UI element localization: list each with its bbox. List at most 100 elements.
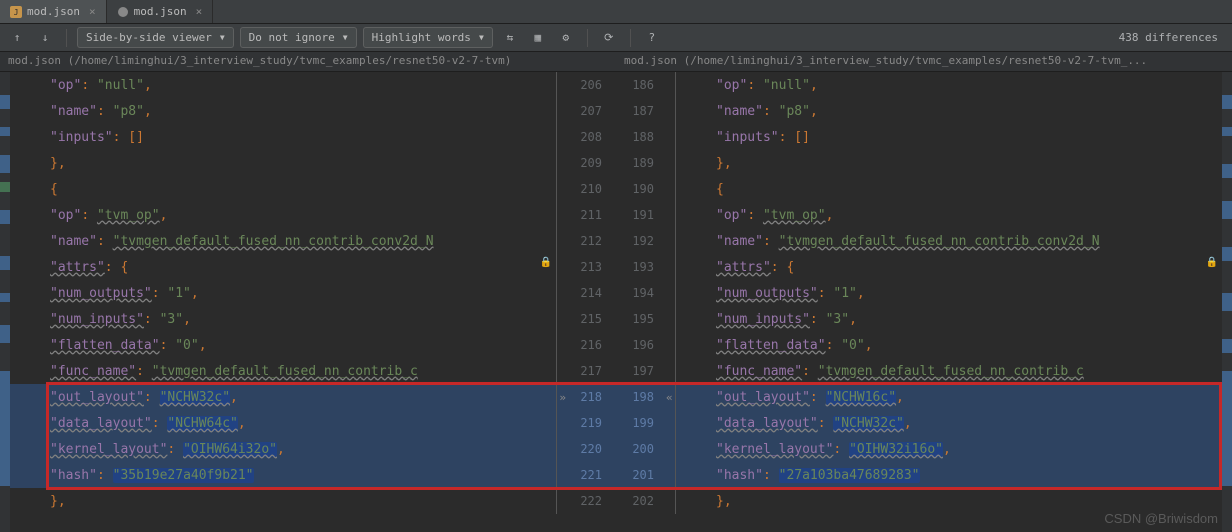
- code-line[interactable]: },: [676, 150, 1222, 176]
- code-line[interactable]: "inputs": []: [676, 124, 1222, 150]
- code-line[interactable]: "num_outputs": "1",: [10, 280, 556, 306]
- refresh-icon[interactable]: ⟳: [598, 27, 620, 49]
- line-number: 211: [570, 202, 610, 228]
- code-line[interactable]: "data_layout": "NCHW32c",: [676, 410, 1222, 436]
- code-line[interactable]: "kernel_layout": "OIHW64i32o",: [10, 436, 556, 462]
- code-line[interactable]: "flatten_data": "0",: [676, 332, 1222, 358]
- line-number: 201: [622, 462, 662, 488]
- code-line[interactable]: "out_layout": "NCHW32c",: [10, 384, 556, 410]
- ignore-dropdown[interactable]: Do not ignore ▼: [240, 27, 357, 48]
- code-line[interactable]: "op": "tvm_op",: [10, 202, 556, 228]
- prev-diff-icon[interactable]: ↑: [6, 27, 28, 49]
- code-line[interactable]: "data_layout": "NCHW64c",: [10, 410, 556, 436]
- close-icon[interactable]: ×: [89, 5, 96, 18]
- line-number: 187: [622, 98, 662, 124]
- code-line[interactable]: "inputs": []: [10, 124, 556, 150]
- line-number: 209: [570, 150, 610, 176]
- jump-left-icon[interactable]: «: [662, 391, 677, 404]
- line-number: 192: [622, 228, 662, 254]
- code-line[interactable]: "op": "null",: [10, 72, 556, 98]
- code-line[interactable]: {: [676, 176, 1222, 202]
- separator: [630, 29, 631, 47]
- line-number: 194: [622, 280, 662, 306]
- line-number: 197: [622, 358, 662, 384]
- line-number: 208: [570, 124, 610, 150]
- code-line[interactable]: "out_layout": "NCHW16c",: [676, 384, 1222, 410]
- code-line[interactable]: "hash": "27a103ba47689283": [676, 462, 1222, 488]
- lock-icon: 🔒: [540, 257, 552, 268]
- close-icon[interactable]: ×: [196, 5, 203, 18]
- line-number: 222: [570, 488, 610, 514]
- separator: [66, 29, 67, 47]
- code-line[interactable]: "num_outputs": "1",: [676, 280, 1222, 306]
- viewer-mode-dropdown[interactable]: Side-by-side viewer ▼: [77, 27, 234, 48]
- tab-label: mod.json: [27, 5, 80, 18]
- tab-mod-json-1[interactable]: J mod.json ×: [0, 0, 107, 23]
- line-number: 206: [570, 72, 610, 98]
- diff-body: "op": "null", 206 186 "op": "null", "name"…: [0, 72, 1232, 532]
- jump-right-icon[interactable]: »: [555, 391, 570, 404]
- lock-icon: 🔒: [1206, 257, 1218, 268]
- line-number: 193: [622, 254, 662, 280]
- line-number: 214: [570, 280, 610, 306]
- code-line[interactable]: },: [676, 488, 1222, 514]
- line-number: 202: [622, 488, 662, 514]
- chevron-down-icon: ▼: [343, 33, 348, 42]
- line-number: 221: [570, 462, 610, 488]
- code-line[interactable]: "num_inputs": "3",: [10, 306, 556, 332]
- code-line[interactable]: "hash": "35b19e27a40f9b21": [10, 462, 556, 488]
- code-line[interactable]: "name": "p8",: [676, 98, 1222, 124]
- dropdown-label: Do not ignore: [249, 31, 335, 44]
- line-number: 200: [622, 436, 662, 462]
- line-number: 199: [622, 410, 662, 436]
- separator: [587, 29, 588, 47]
- code-line[interactable]: "name": "tvmgen_default_fused_nn_contrib…: [10, 228, 556, 254]
- highlight-dropdown[interactable]: Highlight words ▼: [363, 27, 493, 48]
- help-icon[interactable]: ?: [641, 27, 663, 49]
- right-file-path: mod.json (/home/liminghui/3_interview_st…: [616, 52, 1232, 71]
- code-line[interactable]: {: [10, 176, 556, 202]
- right-change-stripe[interactable]: [1222, 72, 1232, 532]
- tab-mod-json-2[interactable]: mod.json ×: [107, 0, 214, 23]
- collapse-icon[interactable]: ⇆: [499, 27, 521, 49]
- line-number: 215: [570, 306, 610, 332]
- code-line[interactable]: "attrs": {: [10, 254, 556, 280]
- line-number: 195: [622, 306, 662, 332]
- line-number: 218: [570, 384, 610, 410]
- line-number: 186: [622, 72, 662, 98]
- file-paths: mod.json (/home/liminghui/3_interview_st…: [0, 52, 1232, 72]
- line-number: 213: [570, 254, 610, 280]
- code-line[interactable]: "func_name": "tvmgen_default_fused_nn_co…: [10, 358, 556, 384]
- diff-toolbar: ↑ ↓ Side-by-side viewer ▼ Do not ignore …: [0, 24, 1232, 52]
- line-number: 217: [570, 358, 610, 384]
- code-line[interactable]: "num_inputs": "3",: [676, 306, 1222, 332]
- code-line[interactable]: "flatten_data": "0",: [10, 332, 556, 358]
- code-line[interactable]: "name": "tvmgen_default_fused_nn_contrib…: [676, 228, 1222, 254]
- editor-tabs: J mod.json × mod.json ×: [0, 0, 1232, 24]
- code-line[interactable]: },: [10, 488, 556, 514]
- line-number: 212: [570, 228, 610, 254]
- code-line[interactable]: "attrs": {: [676, 254, 1222, 280]
- line-number: 216: [570, 332, 610, 358]
- code-line[interactable]: "name": "p8",: [10, 98, 556, 124]
- line-number: 191: [622, 202, 662, 228]
- gear-icon[interactable]: ⚙: [555, 27, 577, 49]
- diff-count-label: 438 differences: [1119, 31, 1226, 44]
- dropdown-label: Side-by-side viewer: [86, 31, 212, 44]
- chevron-down-icon: ▼: [479, 33, 484, 42]
- diff-icon: [117, 6, 129, 18]
- code-line[interactable]: "func_name": "tvmgen_default_fused_nn_co…: [676, 358, 1222, 384]
- line-number: 190: [622, 176, 662, 202]
- code-line[interactable]: "op": "tvm_op",: [676, 202, 1222, 228]
- code-line[interactable]: },: [10, 150, 556, 176]
- dropdown-label: Highlight words: [372, 31, 471, 44]
- next-diff-icon[interactable]: ↓: [34, 27, 56, 49]
- line-number: 210: [570, 176, 610, 202]
- line-number: 207: [570, 98, 610, 124]
- code-line[interactable]: "kernel_layout": "OIHW32i16o",: [676, 436, 1222, 462]
- sync-scroll-icon[interactable]: ▦: [527, 27, 549, 49]
- left-change-stripe[interactable]: [0, 72, 10, 532]
- line-number: 198: [622, 384, 662, 410]
- code-line[interactable]: "op": "null",: [676, 72, 1222, 98]
- svg-text:J: J: [14, 8, 19, 17]
